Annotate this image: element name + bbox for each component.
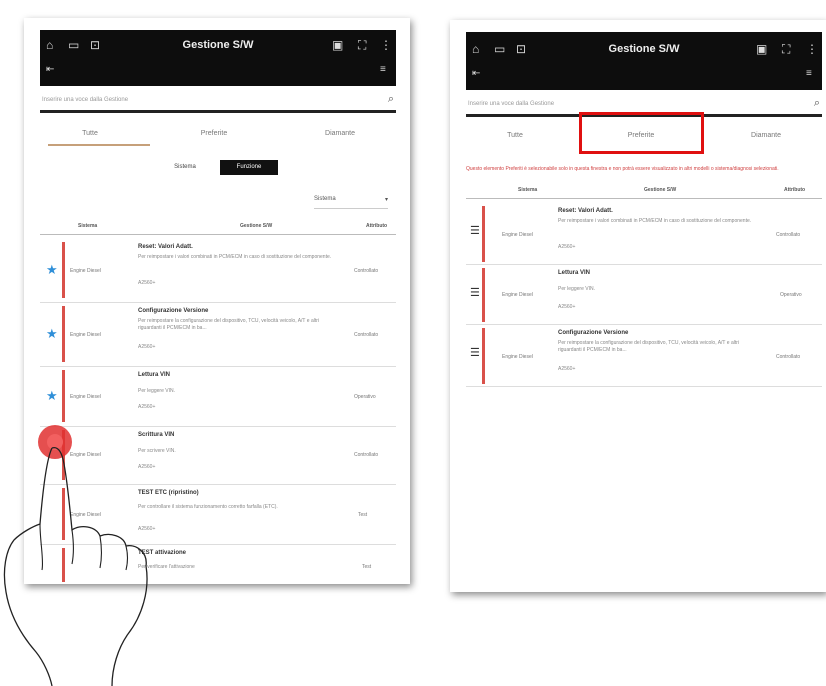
finger-lines	[39, 523, 129, 571]
row-name: Lettura VIN	[558, 270, 591, 276]
row-desc: Per reimpostare i valori combinati in PC…	[138, 254, 332, 260]
row-attr: Test	[358, 512, 368, 518]
row-name: Configurazione Versione	[138, 308, 209, 314]
drag-handle-icon[interactable]: ☰	[470, 286, 480, 299]
camera-icon[interactable]: ▣	[756, 42, 767, 56]
col-gestione[interactable]: Gestione S/W	[644, 187, 676, 193]
status-bar	[62, 370, 65, 422]
search-icon[interactable]: ⌕	[388, 93, 394, 106]
back-icon[interactable]: ⇤	[472, 68, 480, 79]
row-code: A2560+	[138, 344, 156, 350]
hand-pointer-icon	[3, 425, 148, 686]
favorites-notice: Questo elemento Preferiti è selezionabil…	[466, 166, 779, 172]
drag-handle-icon[interactable]: ☰	[470, 224, 480, 237]
fullscreen-icon[interactable]: ⛶	[782, 42, 790, 57]
table-row[interactable]: ☰ Engine Diesel Configurazione Versione …	[466, 326, 822, 387]
row-attr: Controllato	[354, 452, 379, 458]
row-code: A2560+	[138, 280, 156, 286]
row-name: Configurazione Versione	[558, 330, 629, 336]
row-code: A2560+	[558, 366, 576, 372]
status-bar	[62, 242, 65, 298]
tablet-screen-right: ⌂ ▭ ⊡ Gestione S/W ▣ ⛶ ⋮ ⇤ ≡ Inserire un…	[450, 20, 826, 592]
row-name: Lettura VIN	[138, 372, 171, 378]
row-code: A2560+	[138, 404, 156, 410]
col-gestione[interactable]: Gestione S/W	[240, 223, 272, 229]
active-tab-indicator	[48, 144, 150, 146]
row-attr: Controllato	[354, 332, 379, 338]
row-system: Engine Diesel	[502, 354, 533, 360]
app-header: ⌂ ▭ ⊡ Gestione S/W ▣ ⛶ ⋮ ⇤ ≡	[466, 32, 822, 90]
row-system: Engine Diesel	[502, 292, 533, 298]
tab-diamante[interactable]: Diamante	[736, 132, 796, 139]
table-row[interactable]: ★ Engine Diesel Lettura VIN Per leggere …	[40, 368, 396, 427]
settings-icon[interactable]: ≡	[806, 68, 812, 79]
status-bar	[482, 328, 485, 384]
settings-icon[interactable]: ≡	[380, 64, 386, 75]
search-input[interactable]: Inserire una voce dalla Gestione	[42, 97, 128, 103]
table-header: Sistema Gestione S/W Attributo	[40, 220, 396, 235]
chevron-down-icon: ▾	[384, 197, 388, 203]
row-system: Engine Diesel	[70, 268, 101, 274]
more-icon[interactable]: ⋮	[380, 38, 392, 52]
row-system: Engine Diesel	[70, 332, 101, 338]
system-dropdown[interactable]: Sistema ▾	[314, 196, 388, 209]
row-system: Engine Diesel	[502, 232, 533, 238]
table-row[interactable]: ★ Engine Diesel Configurazione Versione …	[40, 304, 396, 367]
row-attr: Operativo	[354, 394, 376, 400]
row-name: Reset: Valori Adatt.	[558, 208, 613, 214]
tab-tutte[interactable]: Tutte	[490, 132, 540, 139]
dropdown-value: Sistema	[314, 196, 336, 202]
col-attributo[interactable]: Attributo	[784, 187, 805, 193]
row-desc: Per reimpostare i valori combinati in PC…	[558, 218, 752, 224]
status-bar	[482, 268, 485, 322]
hand-outline	[3, 446, 148, 686]
drag-handle-icon[interactable]: ☰	[470, 346, 480, 359]
search-bar[interactable]: Inserire una voce dalla Gestione ⌕	[40, 92, 396, 113]
row-system: Engine Diesel	[70, 394, 101, 400]
status-bar	[482, 206, 485, 262]
row-desc: Per leggere VIN.	[558, 286, 595, 292]
row-desc: Per scrivere VIN.	[138, 448, 176, 454]
row-attr: Controllato	[776, 232, 801, 238]
tab-preferite[interactable]: Preferite	[184, 130, 244, 137]
tab-tutte[interactable]: Tutte	[60, 130, 120, 137]
row-code: A2560+	[558, 304, 576, 310]
row-desc: Per verificare l'attivazione	[138, 564, 195, 570]
row-attr: Operativo	[780, 292, 802, 298]
search-input[interactable]: Inserire una voce dalla Gestione	[468, 101, 554, 107]
row-desc: Per reimpostare la configurazione del di…	[138, 318, 320, 331]
status-bar	[62, 306, 65, 362]
table-row[interactable]: ☰ Engine Diesel Reset: Valori Adatt. Per…	[466, 204, 822, 265]
search-icon[interactable]: ⌕	[814, 97, 820, 110]
row-code: A2560+	[558, 244, 576, 250]
row-name: Reset: Valori Adatt.	[138, 244, 193, 250]
camera-icon[interactable]: ▣	[332, 38, 343, 52]
star-icon[interactable]: ★	[46, 326, 58, 342]
star-icon[interactable]: ★	[46, 262, 58, 278]
table-header: Sistema Gestione S/W Attributo	[466, 184, 822, 199]
col-sistema[interactable]: Sistema	[518, 187, 537, 193]
col-sistema[interactable]: Sistema	[78, 223, 97, 229]
row-attr: Controllato	[354, 268, 379, 274]
col-attributo[interactable]: Attributo	[366, 223, 387, 229]
toggle-funzione[interactable]: Funzione	[220, 160, 278, 175]
table-row[interactable]: ★ Engine Diesel Reset: Valori Adatt. Per…	[40, 240, 396, 303]
more-icon[interactable]: ⋮	[806, 42, 818, 56]
fullscreen-icon[interactable]: ⛶	[358, 38, 366, 53]
table-row[interactable]: ☰ Engine Diesel Lettura VIN Per leggere …	[466, 266, 822, 325]
row-attr: Controllato	[776, 354, 801, 360]
app-header: ⌂ ▭ ⊡ Gestione S/W ▣ ⛶ ⋮ ⇤ ≡	[40, 30, 396, 86]
tab-diamante[interactable]: Diamante	[310, 130, 370, 137]
back-icon[interactable]: ⇤	[46, 64, 54, 75]
row-desc: Per controllare il sistema funzionamento…	[138, 504, 278, 510]
star-icon[interactable]: ★	[46, 388, 58, 404]
row-desc: Per reimpostare la configurazione del di…	[558, 340, 740, 353]
row-attr: Test	[362, 564, 372, 570]
row-desc: Per leggere VIN.	[138, 388, 175, 394]
highlight-box	[579, 112, 704, 154]
page-title: Gestione S/W	[608, 43, 680, 55]
toggle-sistema[interactable]: Sistema	[158, 160, 212, 175]
